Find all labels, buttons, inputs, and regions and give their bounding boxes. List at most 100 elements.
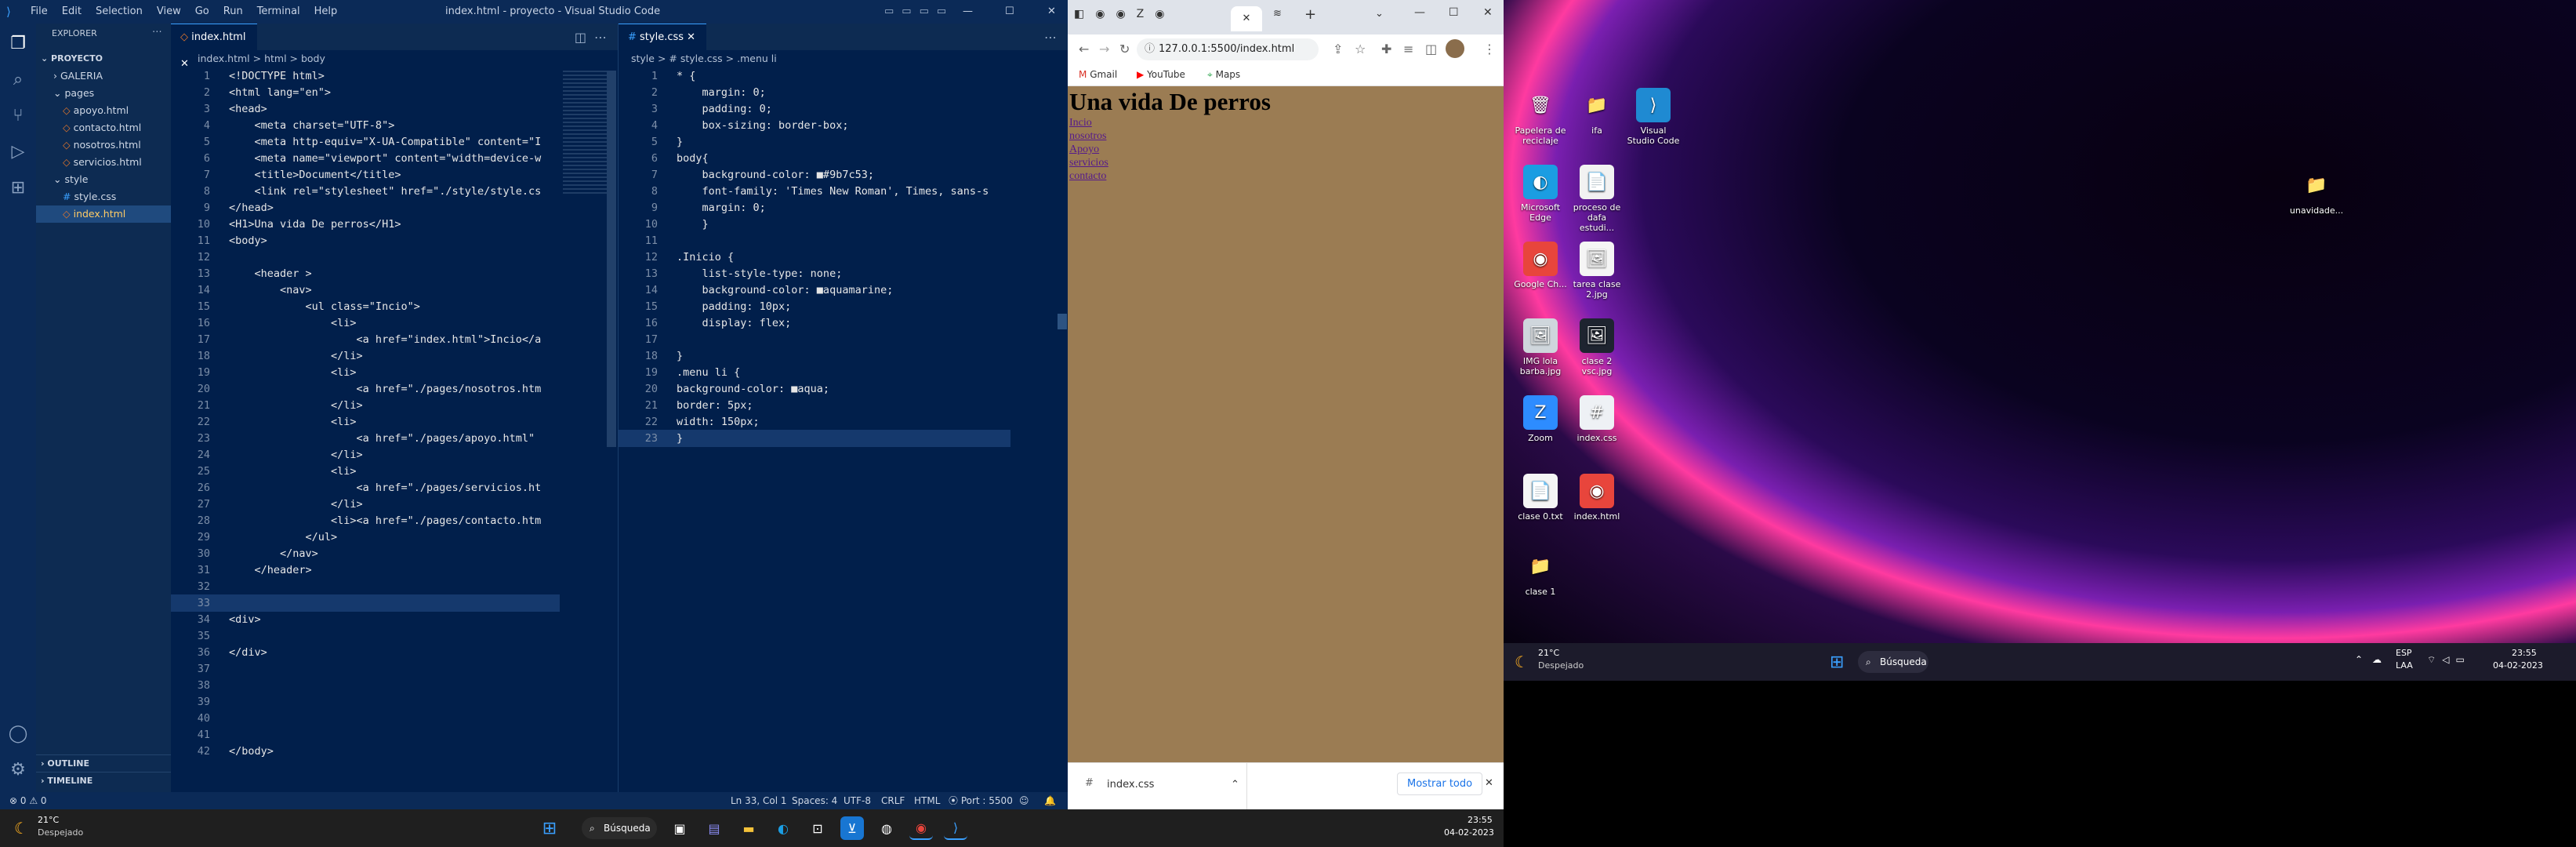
desktop-icon[interactable]: 🖼 tarea clase 2.jpg <box>1569 242 1624 300</box>
code-line[interactable]: 11 <box>619 232 1010 249</box>
desktop-icon[interactable]: ◉ Google Ch... <box>1513 242 1568 289</box>
notifications-icon[interactable]: 🔔 <box>1044 792 1056 809</box>
code-line[interactable]: 33 <box>171 594 560 612</box>
desktop-icon[interactable]: ◐ Microsoft Edge <box>1513 165 1568 223</box>
minimap[interactable] <box>563 71 610 196</box>
minimize-button[interactable]: — <box>963 0 973 24</box>
app-icon[interactable]: ⊻ <box>840 816 864 840</box>
code-line[interactable]: 8 font-family: 'Times New Roman', Times,… <box>619 183 1010 200</box>
tab-index-html[interactable]: ◇ index.html ✕ <box>171 24 257 70</box>
code-line[interactable]: 5 <meta http-equiv="X-UA-Compatible" con… <box>171 133 560 151</box>
close-button[interactable]: ✕ <box>1047 0 1056 24</box>
tab-favicons[interactable]: ◧◉◉Z◉ <box>1074 8 1175 20</box>
teams-icon[interactable]: ▤ <box>702 816 726 840</box>
tray-layout[interactable]: LAA <box>2396 660 2413 671</box>
bookmark-star-icon[interactable]: ☆ <box>1355 42 1366 56</box>
show-all-button[interactable]: Mostrar todo <box>1397 772 1483 795</box>
code-line[interactable]: 20 background-color: ■aqua; <box>619 380 1010 398</box>
live-server-port[interactable]: ⦿ Port : 5500 <box>949 792 1013 809</box>
code-line[interactable]: 12 .Inicio { <box>619 249 1010 266</box>
active-tab[interactable]: ✕ <box>1231 6 1262 31</box>
code-line[interactable]: 22 <li> <box>171 413 560 431</box>
desktop-icon[interactable]: ⟩ Visual Studio Code <box>1626 88 1681 146</box>
weather-text[interactable]: Despejado <box>1538 660 1584 671</box>
taskbar-search[interactable]: ⌕ Búsqueda <box>1858 651 1928 673</box>
code-line[interactable]: 14 background-color: ■aquamarine; <box>619 282 1010 299</box>
settings-gear-icon[interactable]: ⚙ <box>5 758 31 783</box>
browser-menu-icon[interactable]: ⋮ <box>1483 42 1496 56</box>
menu-selection[interactable]: Selection <box>89 0 150 24</box>
menu-file[interactable]: File <box>24 0 55 24</box>
code-line[interactable]: 5} <box>619 133 1010 151</box>
tree-item[interactable]: # style.css <box>36 188 171 205</box>
code-line[interactable]: 23} <box>619 430 1010 447</box>
outline-section[interactable]: › OUTLINE <box>36 754 171 772</box>
maximize-button[interactable]: ☐ <box>1005 0 1014 24</box>
extensions-icon[interactable]: ✚ <box>1381 42 1391 56</box>
code-line[interactable]: 24 </li> <box>171 446 560 463</box>
browser-minimize-button[interactable]: — <box>1414 6 1425 19</box>
code-line[interactable]: 19 <li> <box>171 364 560 381</box>
code-line[interactable]: 7 background-color: ■#9b7c53; <box>619 166 1010 184</box>
code-line[interactable]: 21 border: 5px; <box>619 397 1010 414</box>
start-button[interactable]: ⊞ <box>1830 653 1844 672</box>
code-line[interactable]: 13 list-style-type: none; <box>619 265 1010 282</box>
code-line[interactable]: 15 padding: 10px; <box>619 298 1010 315</box>
tree-item[interactable]: ⌄ pages <box>36 85 171 102</box>
weather-temp[interactable]: 21°C <box>1538 648 1559 658</box>
scrollbar[interactable] <box>607 71 616 447</box>
problems-indicator[interactable]: ⊗ 0 ⚠ 0 <box>9 792 47 809</box>
code-line[interactable]: 2 <html lang="en"> <box>171 84 560 101</box>
tray-time[interactable]: 23:55 <box>2512 648 2537 658</box>
split-editor-icon[interactable]: ◫ <box>575 30 586 45</box>
css-code[interactable]: 1 * {2 margin: 0; 3 padding: 0; 4 box-sizin… <box>619 67 1010 800</box>
code-line[interactable]: 10 <H1>Una vida De perros</H1> <box>171 216 560 233</box>
encoding[interactable]: UTF-8 <box>844 792 871 809</box>
code-line[interactable]: 1 <!DOCTYPE html> <box>171 67 560 85</box>
code-line[interactable]: 25 <li> <box>171 463 560 480</box>
desktop-icon[interactable]: 📄 clase 0.txt <box>1513 474 1568 522</box>
tree-item[interactable]: ◇ index.html <box>36 205 171 223</box>
clock-time[interactable]: 23:55 <box>1468 815 1493 825</box>
reading-list-icon[interactable]: ≡ <box>1403 42 1413 56</box>
cursor-position[interactable]: Ln 33, Col 1 <box>731 792 787 809</box>
code-line[interactable]: 40 <box>171 710 560 727</box>
code-line[interactable]: 13 <header > <box>171 265 560 282</box>
desktop-icon[interactable]: 🖼 clase 2 vsc.jpg <box>1569 318 1624 376</box>
code-line[interactable]: 15 <ul class="Incio"> <box>171 298 560 315</box>
task-view-icon[interactable]: ▣ <box>668 816 691 840</box>
code-line[interactable]: 3 <head> <box>171 100 560 118</box>
vscode-icon[interactable]: ⟩ <box>944 816 967 840</box>
close-download-bar-icon[interactable]: ✕ <box>1485 777 1493 789</box>
code-line[interactable]: 7 <title>Document</title> <box>171 166 560 184</box>
github-icon[interactable]: ◍ <box>875 816 898 840</box>
source-control-icon[interactable]: ⑂ <box>5 104 31 129</box>
code-line[interactable]: 27 </li> <box>171 496 560 513</box>
desktop-icon[interactable]: ◉ index.html <box>1569 474 1624 522</box>
reload-icon[interactable]: ↻ <box>1119 42 1130 56</box>
menu-run[interactable]: Run <box>216 0 250 24</box>
code-line[interactable]: 19 .menu li { <box>619 364 1010 381</box>
extensions-icon[interactable]: ⊞ <box>5 176 31 201</box>
close-tab-icon[interactable]: ✕ <box>687 31 695 43</box>
menu-view[interactable]: View <box>150 0 188 24</box>
network-volume-battery-icons[interactable]: ⌔◁▭ <box>2427 654 2471 666</box>
nav-link-nosotros[interactable]: nosotros <box>1069 129 1504 143</box>
indentation[interactable]: Spaces: 4 <box>792 792 837 809</box>
chevron-up-icon[interactable]: ⌃ <box>1231 779 1239 791</box>
desktop-icon[interactable]: 🗑 Papelera de reciclaje <box>1513 88 1568 147</box>
code-line[interactable]: 37 <box>171 660 560 678</box>
clock-date[interactable]: 04-02-2023 <box>1444 827 1494 838</box>
code-line[interactable]: 4 box-sizing: border-box; <box>619 117 1010 134</box>
code-line[interactable]: 39 <box>171 693 560 711</box>
store-icon[interactable]: ⊡ <box>806 816 829 840</box>
tab-style-css[interactable]: # style.css ✕ <box>619 24 706 50</box>
cloud-icon[interactable]: ☁ <box>2372 654 2382 665</box>
code-line[interactable]: 31 </header> <box>171 562 560 579</box>
code-line[interactable]: 9 margin: 0; <box>619 199 1010 216</box>
code-line[interactable]: 35 <box>171 627 560 645</box>
timeline-section[interactable]: › TIMELINE <box>36 772 171 789</box>
code-line[interactable]: 38 <box>171 677 560 694</box>
code-line[interactable]: 21 </li> <box>171 397 560 414</box>
menu-go[interactable]: Go <box>188 0 216 24</box>
